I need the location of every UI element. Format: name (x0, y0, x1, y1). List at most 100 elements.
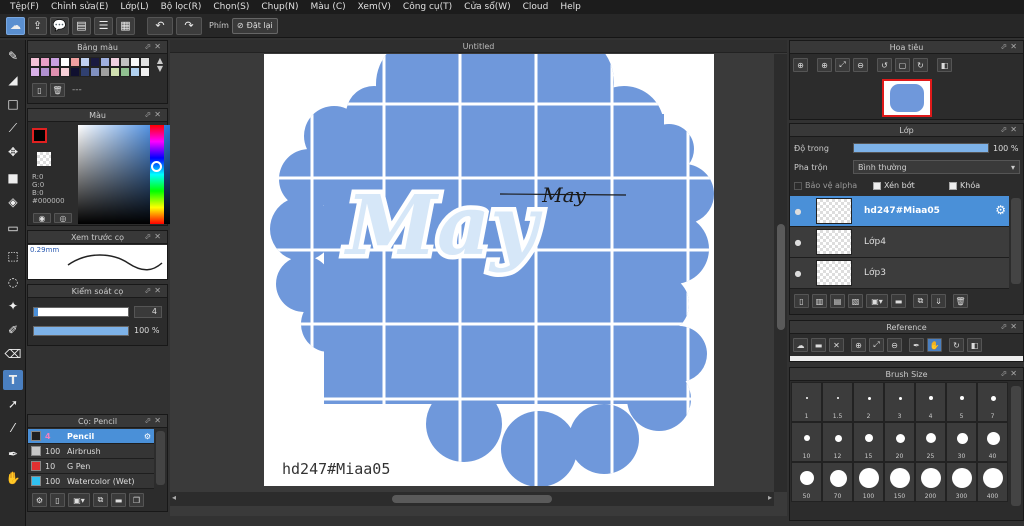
layer-delete-button[interactable]: 🗑 (953, 294, 968, 308)
menu-item[interactable]: Chỉnh sửa(E) (45, 2, 114, 12)
canvas-tab[interactable]: Untitled (170, 40, 787, 53)
layer-opacity-slider[interactable] (853, 143, 989, 153)
operation-tool[interactable]: ➚ (3, 394, 23, 414)
scroll-right-icon[interactable]: ▸ (768, 493, 772, 502)
line-tool[interactable]: ⟋ (3, 118, 23, 138)
layer-list-scrollbar[interactable] (1011, 198, 1021, 284)
menu-item[interactable]: Tệp(F) (4, 2, 45, 12)
brush-size-cell[interactable]: 10 (791, 422, 822, 462)
brush-size-cell[interactable]: 20 (884, 422, 915, 462)
ref-rotate-button[interactable]: ↻ (949, 338, 964, 352)
hand-tool[interactable]: ✋ (3, 468, 23, 488)
shape-tool[interactable]: □ (3, 94, 23, 114)
redo-button[interactable]: ↷ (176, 16, 202, 35)
menu-item[interactable]: Help (554, 2, 587, 12)
palette-swatch[interactable] (40, 67, 50, 77)
brush-size-cell[interactable]: 7 (977, 382, 1008, 422)
brush-size-cell[interactable]: 1 (791, 382, 822, 422)
magic-wand-tool[interactable]: ✦ (3, 296, 23, 316)
nav-fit-button[interactable]: ⤢ (835, 58, 850, 72)
nav-zoom-fit-button[interactable]: ⊕ (793, 58, 808, 72)
nav-flip-button[interactable]: ◧ (937, 58, 952, 72)
cloud-button[interactable]: ☁ (6, 16, 25, 35)
palette-scroll[interactable]: ▲ ▼ (157, 57, 163, 73)
menu-item[interactable]: Chọn(S) (207, 2, 255, 12)
layer-settings-gear-icon[interactable]: ⚙ (995, 203, 1006, 217)
nav-zoom-out-button[interactable]: ⊖ (853, 58, 868, 72)
palette-swatch[interactable] (140, 57, 150, 67)
brush-size-cell[interactable]: 25 (915, 422, 946, 462)
brush-size-cell[interactable]: 70 (822, 462, 853, 502)
message-button[interactable]: ▤ (72, 16, 91, 35)
gear-icon[interactable]: ⚙ (144, 432, 151, 441)
brush-list-scrollbar[interactable] (156, 431, 165, 485)
menu-item[interactable]: Cửa sổ(W) (458, 2, 516, 12)
color-swap-button[interactable]: ◎ (54, 213, 72, 223)
reset-button[interactable]: ⊘ Đặt lại (231, 17, 278, 34)
ref-flip-button[interactable]: ◧ (967, 338, 982, 352)
brush-size-cell[interactable]: 12 (822, 422, 853, 462)
fill-rect-tool[interactable]: ■ (3, 168, 23, 188)
palette-swatch[interactable] (120, 67, 130, 77)
brush-size-cell[interactable]: 300 (946, 462, 977, 502)
navigator-thumbnail[interactable] (882, 79, 932, 117)
list-button[interactable]: ☰ (94, 16, 113, 35)
menu-item[interactable]: Bộ lọc(R) (155, 2, 208, 12)
eraser-tool[interactable]: ◢ (3, 70, 23, 90)
palette-swatch[interactable] (110, 67, 120, 77)
protect-alpha-checkbox[interactable] (794, 181, 802, 190)
palette-swatch[interactable] (120, 57, 130, 67)
clipping-option[interactable]: Xén bớt (873, 181, 915, 190)
palette-swatch[interactable] (30, 67, 40, 77)
hue-slider[interactable] (150, 125, 164, 224)
nav-reset-button[interactable]: ▢ (895, 58, 910, 72)
grid-button[interactable]: ▦ (116, 16, 135, 35)
brush-size-cell[interactable]: 5 (946, 382, 977, 422)
brush-size-cell[interactable]: 200 (915, 462, 946, 502)
menu-item[interactable]: Màu (C) (305, 2, 352, 12)
layer-new-1bit-button[interactable]: ▧ (848, 294, 863, 308)
share-button[interactable]: ⇪ (28, 16, 47, 35)
brush-size-cell[interactable]: 30 (946, 422, 977, 462)
scroll-left-icon[interactable]: ◂ (172, 493, 176, 502)
palette-swatch[interactable] (60, 67, 70, 77)
ref-fit-button[interactable]: ⤢ (869, 338, 884, 352)
lock-checkbox[interactable] (949, 181, 957, 190)
brush-size-slider[interactable] (33, 307, 129, 317)
palette-swatch[interactable] (70, 57, 80, 67)
bucket-tool[interactable]: ◈ (3, 192, 23, 212)
palette-swatch[interactable] (140, 67, 150, 77)
palette-swatch[interactable] (100, 67, 110, 77)
select-pen-tool[interactable]: ✐ (3, 320, 23, 340)
layer-new-8bit-button[interactable]: ▤ (830, 294, 845, 308)
brush-size-cell[interactable]: 400 (977, 462, 1008, 502)
divide-tool[interactable]: ⁄ (3, 418, 23, 438)
comment-button[interactable]: 💬 (50, 16, 69, 35)
layer-folder-button[interactable]: ▬ (891, 294, 906, 308)
brush-add-button[interactable]: ▣▾ (68, 493, 90, 507)
palette-swatch[interactable] (80, 57, 90, 67)
eye-icon[interactable]: ● (790, 207, 806, 216)
horizontal-scrollbar[interactable]: ◂ ▸ (170, 492, 774, 506)
ref-cloud-button[interactable]: ☁ (793, 338, 808, 352)
palette-swatch[interactable] (90, 67, 100, 77)
palette-swatch[interactable] (40, 57, 50, 67)
ref-zoom-in-button[interactable]: ⊕ (851, 338, 866, 352)
brush-copy-button[interactable]: ⧉ (93, 493, 108, 507)
brush-size-cell[interactable]: 150 (884, 462, 915, 502)
gradient-tool[interactable]: ▭ (3, 218, 23, 238)
eye-icon[interactable]: ● (790, 238, 806, 247)
eye-icon[interactable]: ● (790, 269, 806, 278)
brush-duplicate-button[interactable]: ❐ (129, 493, 144, 507)
text-tool[interactable]: T (3, 370, 23, 390)
layer-row[interactable]: ● Lớp4 (790, 227, 1009, 258)
layer-merge-button[interactable]: ⇓ (931, 294, 946, 308)
brush-size-cell[interactable]: 2 (853, 382, 884, 422)
ref-eyedropper-button[interactable]: ✒ (909, 338, 924, 352)
menu-item[interactable]: Công cụ(T) (397, 2, 458, 12)
menu-item[interactable]: Chụp(N) (255, 2, 304, 12)
brush-new-button[interactable]: ▯ (50, 493, 65, 507)
lock-option[interactable]: Khóa (949, 181, 980, 190)
layer-add-menu-button[interactable]: ▣▾ (866, 294, 888, 308)
horizontal-scroll-thumb[interactable] (392, 495, 552, 503)
